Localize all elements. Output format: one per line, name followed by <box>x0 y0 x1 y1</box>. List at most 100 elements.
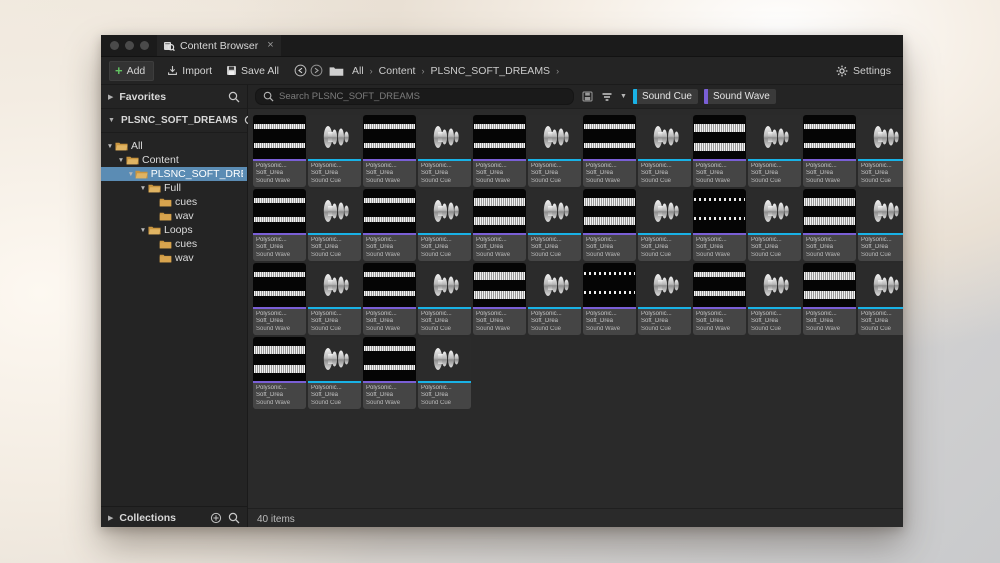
asset-tile[interactable]: Polysonic... Soft_Drea Sound Wave <box>803 263 856 335</box>
asset-tile[interactable]: Polysonic... Soft_Drea Sound Wave <box>583 189 636 261</box>
asset-tile[interactable]: Polysonic... Soft_Drea Sound Cue <box>528 263 581 335</box>
waveform-channel-right <box>584 291 635 294</box>
search-icon[interactable] <box>228 91 240 103</box>
breadcrumb-item-content[interactable]: Content <box>373 65 422 77</box>
asset-tile[interactable]: Polysonic... Soft_Drea Sound Wave <box>693 115 746 187</box>
window-traffic-lights[interactable] <box>101 41 157 50</box>
breadcrumb-item-all[interactable]: All <box>346 65 370 77</box>
save-all-button[interactable]: Save All <box>219 62 286 80</box>
asset-tile[interactable]: Polysonic... Soft_Drea Sound Wave <box>583 115 636 187</box>
sidebar-section-collections[interactable]: ▶ Collections <box>101 506 247 527</box>
asset-tile[interactable]: Polysonic... Soft_Drea Sound Cue <box>638 189 691 261</box>
asset-meta: Polysonic... Soft_Drea Sound Wave <box>803 161 856 187</box>
search-icon[interactable] <box>228 512 240 524</box>
window-minimize-button[interactable] <box>125 41 134 50</box>
tree-item-plsnc-soft-dreams[interactable]: ▼ PLSNC_SOFT_DREAMS <box>101 167 247 181</box>
asset-tile[interactable]: Polysonic... Soft_Drea Sound Wave <box>473 263 526 335</box>
asset-tile[interactable]: Polysonic... Soft_Drea Sound Wave <box>803 189 856 261</box>
chevron-down-icon[interactable]: ▼ <box>138 185 148 192</box>
asset-tile[interactable]: Polysonic... Soft_Drea Sound Cue <box>858 115 903 187</box>
window-close-button[interactable] <box>110 41 119 50</box>
tree-item-loops[interactable]: ▼ Loops <box>101 223 247 237</box>
sidebar-section-project[interactable]: ▼ PLSNC_SOFT_DREAMS <box>101 109 256 133</box>
tree-item-wav[interactable]: wav <box>101 251 247 265</box>
asset-tile[interactable]: Polysonic... Soft_Drea Sound Wave <box>253 189 306 261</box>
asset-tile[interactable]: Polysonic... Soft_Drea Sound Wave <box>693 189 746 261</box>
sound-cue-thumbnail <box>418 337 471 381</box>
asset-tile[interactable]: Polysonic... Soft_Drea Sound Wave <box>363 189 416 261</box>
chevron-down-icon[interactable]: ▼ <box>138 227 148 234</box>
save-search-icon[interactable] <box>580 90 594 104</box>
plus-icon: + <box>115 63 123 78</box>
filter-chip-sound-wave[interactable]: Sound Wave <box>703 89 776 104</box>
chevron-down-icon[interactable]: ▼ <box>116 157 126 164</box>
asset-tile[interactable]: Polysonic... Soft_Drea Sound Cue <box>418 189 471 261</box>
asset-tile[interactable]: Polysonic... Soft_Drea Sound Cue <box>308 189 361 261</box>
asset-grid-scroll[interactable]: Polysonic... Soft_Drea Sound Wave Polysonic… <box>248 109 903 508</box>
asset-tile[interactable]: Polysonic... Soft_Drea Sound Cue <box>748 189 801 261</box>
asset-tile[interactable]: Polysonic... Soft_Drea Sound Cue <box>308 337 361 409</box>
waveform-channel-right <box>474 217 525 225</box>
waveform-channel-right <box>694 291 745 296</box>
asset-tile[interactable]: Polysonic... Soft_Drea Sound Cue <box>858 263 903 335</box>
chevron-down-icon[interactable]: ▼ <box>127 171 135 178</box>
waveform-channel-left <box>804 124 855 129</box>
filter-chip-sound-cue[interactable]: Sound Cue <box>632 89 698 104</box>
asset-tile[interactable]: Polysonic... Soft_Drea Sound Wave <box>363 337 416 409</box>
search-input[interactable]: Search PLSNC_SOFT_DREAMS <box>255 88 574 105</box>
asset-tile[interactable]: Polysonic... Soft_Drea Sound Cue <box>638 115 691 187</box>
folder-tree[interactable]: ▼All▼Content▼PLSNC_SOFT_DREAMS▼Fullcuesw… <box>101 133 247 506</box>
forward-arrow-icon[interactable] <box>308 63 324 79</box>
asset-tile[interactable]: Polysonic... Soft_Drea Sound Wave <box>253 263 306 335</box>
asset-tile[interactable]: Polysonic... Soft_Drea Sound Wave <box>583 263 636 335</box>
asset-name-line-1: Polysonic... <box>531 237 562 243</box>
add-button[interactable]: + Add <box>109 60 155 81</box>
tab-close-icon[interactable]: × <box>267 40 273 51</box>
asset-tile[interactable]: Polysonic... Soft_Drea Sound Wave <box>363 263 416 335</box>
asset-tile[interactable]: Polysonic... Soft_Drea Sound Cue <box>638 263 691 335</box>
settings-button[interactable]: Settings <box>836 65 895 77</box>
asset-tile[interactable]: Polysonic... Soft_Drea Sound Cue <box>748 263 801 335</box>
asset-tile[interactable]: Polysonic... Soft_Drea Sound Cue <box>418 115 471 187</box>
asset-tile[interactable]: Polysonic... Soft_Drea Sound Cue <box>308 115 361 187</box>
tree-item-cues[interactable]: cues <box>101 195 247 209</box>
asset-name-line-2: Soft_Drea <box>366 392 394 399</box>
asset-tile[interactable]: Polysonic... Soft_Drea Sound Wave <box>803 115 856 187</box>
asset-tile[interactable]: Polysonic... Soft_Drea Sound Cue <box>528 115 581 187</box>
filter-chip-label: Sound Wave <box>712 91 770 102</box>
tab-content-browser[interactable]: Content Browser × <box>157 35 281 56</box>
asset-tile[interactable]: Polysonic... Soft_Drea Sound Wave <box>253 337 306 409</box>
sound-cue-thumbnail <box>528 189 581 233</box>
asset-name-line-2: Soft_Drea <box>751 318 779 325</box>
asset-tile[interactable]: Polysonic... Soft_Drea Sound Cue <box>858 189 903 261</box>
tree-item-full[interactable]: ▼ Full <box>101 181 247 195</box>
settings-label: Settings <box>853 64 891 77</box>
sidebar-section-favorites[interactable]: ▶ Favorites <box>101 85 247 109</box>
tree-item-all[interactable]: ▼ All <box>101 139 247 153</box>
tree-item-wav[interactable]: wav <box>101 209 247 223</box>
breadcrumb-item-project[interactable]: PLSNC_SOFT_DREAMS <box>424 65 556 77</box>
asset-tile[interactable]: Polysonic... Soft_Drea Sound Cue <box>748 115 801 187</box>
asset-tile[interactable]: Polysonic... Soft_Drea Sound Cue <box>418 337 471 409</box>
asset-tile[interactable]: Polysonic... Soft_Drea Sound Wave <box>253 115 306 187</box>
asset-name-line-1: Polysonic... <box>751 311 782 317</box>
asset-name-line-1: Polysonic... <box>476 311 507 317</box>
chevron-down-icon[interactable]: ▼ <box>105 143 115 150</box>
asset-tile[interactable]: Polysonic... Soft_Drea Sound Wave <box>473 189 526 261</box>
asset-tile[interactable]: Polysonic... Soft_Drea Sound Wave <box>473 115 526 187</box>
filter-icon[interactable] <box>600 90 614 104</box>
asset-tile[interactable]: Polysonic... Soft_Drea Sound Cue <box>528 189 581 261</box>
asset-tile[interactable]: Polysonic... Soft_Drea Sound Wave <box>693 263 746 335</box>
waveform-channel-left <box>584 198 635 206</box>
asset-tile[interactable]: Polysonic... Soft_Drea Sound Cue <box>418 263 471 335</box>
tree-item-cues[interactable]: cues <box>101 237 247 251</box>
chevron-down-icon[interactable]: ▼ <box>620 93 627 100</box>
tree-item-content[interactable]: ▼ Content <box>101 153 247 167</box>
import-button[interactable]: Import <box>160 62 219 80</box>
window-maximize-button[interactable] <box>140 41 149 50</box>
add-circle-icon[interactable] <box>210 512 222 524</box>
asset-tile[interactable]: Polysonic... Soft_Drea Sound Wave <box>363 115 416 187</box>
back-arrow-icon[interactable] <box>292 63 308 79</box>
asset-meta: Polysonic... Soft_Drea Sound Cue <box>418 309 471 335</box>
asset-tile[interactable]: Polysonic... Soft_Drea Sound Cue <box>308 263 361 335</box>
